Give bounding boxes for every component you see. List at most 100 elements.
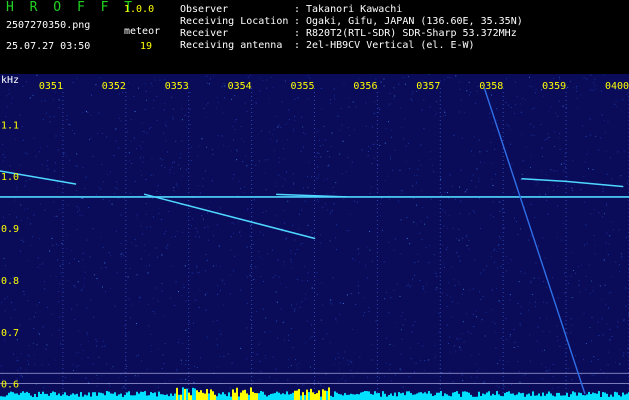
noise-dot xyxy=(320,242,322,244)
noise-dot xyxy=(424,223,426,225)
noise-dot xyxy=(602,216,603,218)
noise-dot xyxy=(485,311,487,313)
noise-dot xyxy=(384,298,386,300)
noise-dot xyxy=(455,75,457,77)
noise-dot xyxy=(219,245,220,247)
noise-dot xyxy=(251,326,252,328)
noise-dot xyxy=(311,233,313,234)
noise-dot xyxy=(221,279,223,281)
noise-dot xyxy=(288,359,290,361)
noise-bar xyxy=(220,394,222,400)
noise-dot xyxy=(127,131,129,133)
noise-dot xyxy=(530,134,532,136)
noise-bar xyxy=(8,392,10,400)
noise-dot xyxy=(153,99,155,101)
noise-dot xyxy=(82,258,84,260)
noise-bar xyxy=(134,395,136,400)
noise-bar xyxy=(582,395,584,400)
noise-dot xyxy=(5,116,7,118)
noise-dot xyxy=(222,280,224,282)
noise-dot xyxy=(156,119,158,121)
noise-dot xyxy=(383,78,385,80)
noise-dot xyxy=(152,197,153,199)
noise-dot xyxy=(335,249,337,251)
noise-dot xyxy=(318,381,319,383)
noise-dot xyxy=(464,191,466,193)
noise-dot xyxy=(406,285,408,287)
noise-dot xyxy=(281,230,283,232)
noise-bar xyxy=(302,392,304,400)
noise-dot xyxy=(51,334,53,336)
noise-bar xyxy=(200,390,202,400)
noise-dot xyxy=(542,155,544,157)
noise-dot xyxy=(49,275,51,277)
noise-dot xyxy=(459,89,461,90)
observation-datetime: 25.07.27 03:50 xyxy=(6,41,91,52)
noise-dot xyxy=(400,219,402,221)
noise-dot xyxy=(141,233,143,235)
noise-dot xyxy=(81,288,83,290)
noise-dot xyxy=(347,157,349,158)
noise-dot xyxy=(282,185,284,187)
time-tick-label: 0357 xyxy=(416,81,440,92)
noise-dot xyxy=(292,130,294,132)
noise-bar xyxy=(470,394,472,400)
noise-dot xyxy=(8,93,10,95)
noise-dot xyxy=(176,185,178,187)
noise-dot xyxy=(444,79,446,81)
noise-dot xyxy=(369,249,371,251)
noise-dot xyxy=(558,100,560,102)
noise-dot xyxy=(120,214,122,216)
noise-bar xyxy=(542,392,544,400)
noise-dot xyxy=(435,113,437,114)
noise-dot xyxy=(303,384,305,386)
noise-dot xyxy=(604,213,605,215)
noise-dot xyxy=(264,172,266,174)
noise-dot xyxy=(583,313,585,315)
noise-bar xyxy=(288,394,290,400)
noise-dot xyxy=(461,374,463,376)
noise-dot xyxy=(597,359,599,361)
noise-bar xyxy=(322,389,324,400)
noise-bar xyxy=(358,394,360,400)
noise-dot xyxy=(311,287,313,289)
noise-dot xyxy=(181,108,183,110)
noise-bar xyxy=(344,393,346,400)
noise-dot xyxy=(449,371,451,373)
noise-bar xyxy=(104,395,106,400)
noise-dot xyxy=(329,342,331,344)
noise-dot xyxy=(510,143,511,145)
noise-dot xyxy=(453,278,455,280)
noise-dot xyxy=(571,187,573,189)
noise-dot xyxy=(281,101,283,103)
noise-dot xyxy=(123,386,125,388)
noise-dot xyxy=(578,266,579,268)
noise-bar xyxy=(82,396,84,400)
noise-dot xyxy=(84,272,86,274)
noise-dot xyxy=(175,140,177,142)
noise-dot xyxy=(381,197,382,199)
noise-dot xyxy=(57,244,59,246)
noise-dot xyxy=(588,168,589,170)
noise-bar xyxy=(398,392,400,400)
noise-dot xyxy=(326,333,328,335)
noise-dot xyxy=(459,186,461,188)
noise-dot xyxy=(334,98,336,100)
noise-bar xyxy=(150,392,152,400)
noise-bar xyxy=(232,389,234,400)
noise-dot xyxy=(276,321,278,323)
noise-dot xyxy=(230,249,232,251)
noise-dot xyxy=(408,376,410,378)
noise-dot xyxy=(451,266,453,268)
noise-dot xyxy=(162,354,164,356)
noise-dot xyxy=(141,122,143,124)
noise-dot xyxy=(589,118,591,120)
noise-dot xyxy=(367,151,369,152)
noise-dot xyxy=(81,358,83,359)
noise-dot xyxy=(547,133,549,135)
noise-dot xyxy=(269,376,270,378)
noise-dot xyxy=(589,293,591,295)
noise-dot xyxy=(269,131,270,133)
noise-dot xyxy=(391,136,392,138)
noise-dot xyxy=(339,313,341,315)
